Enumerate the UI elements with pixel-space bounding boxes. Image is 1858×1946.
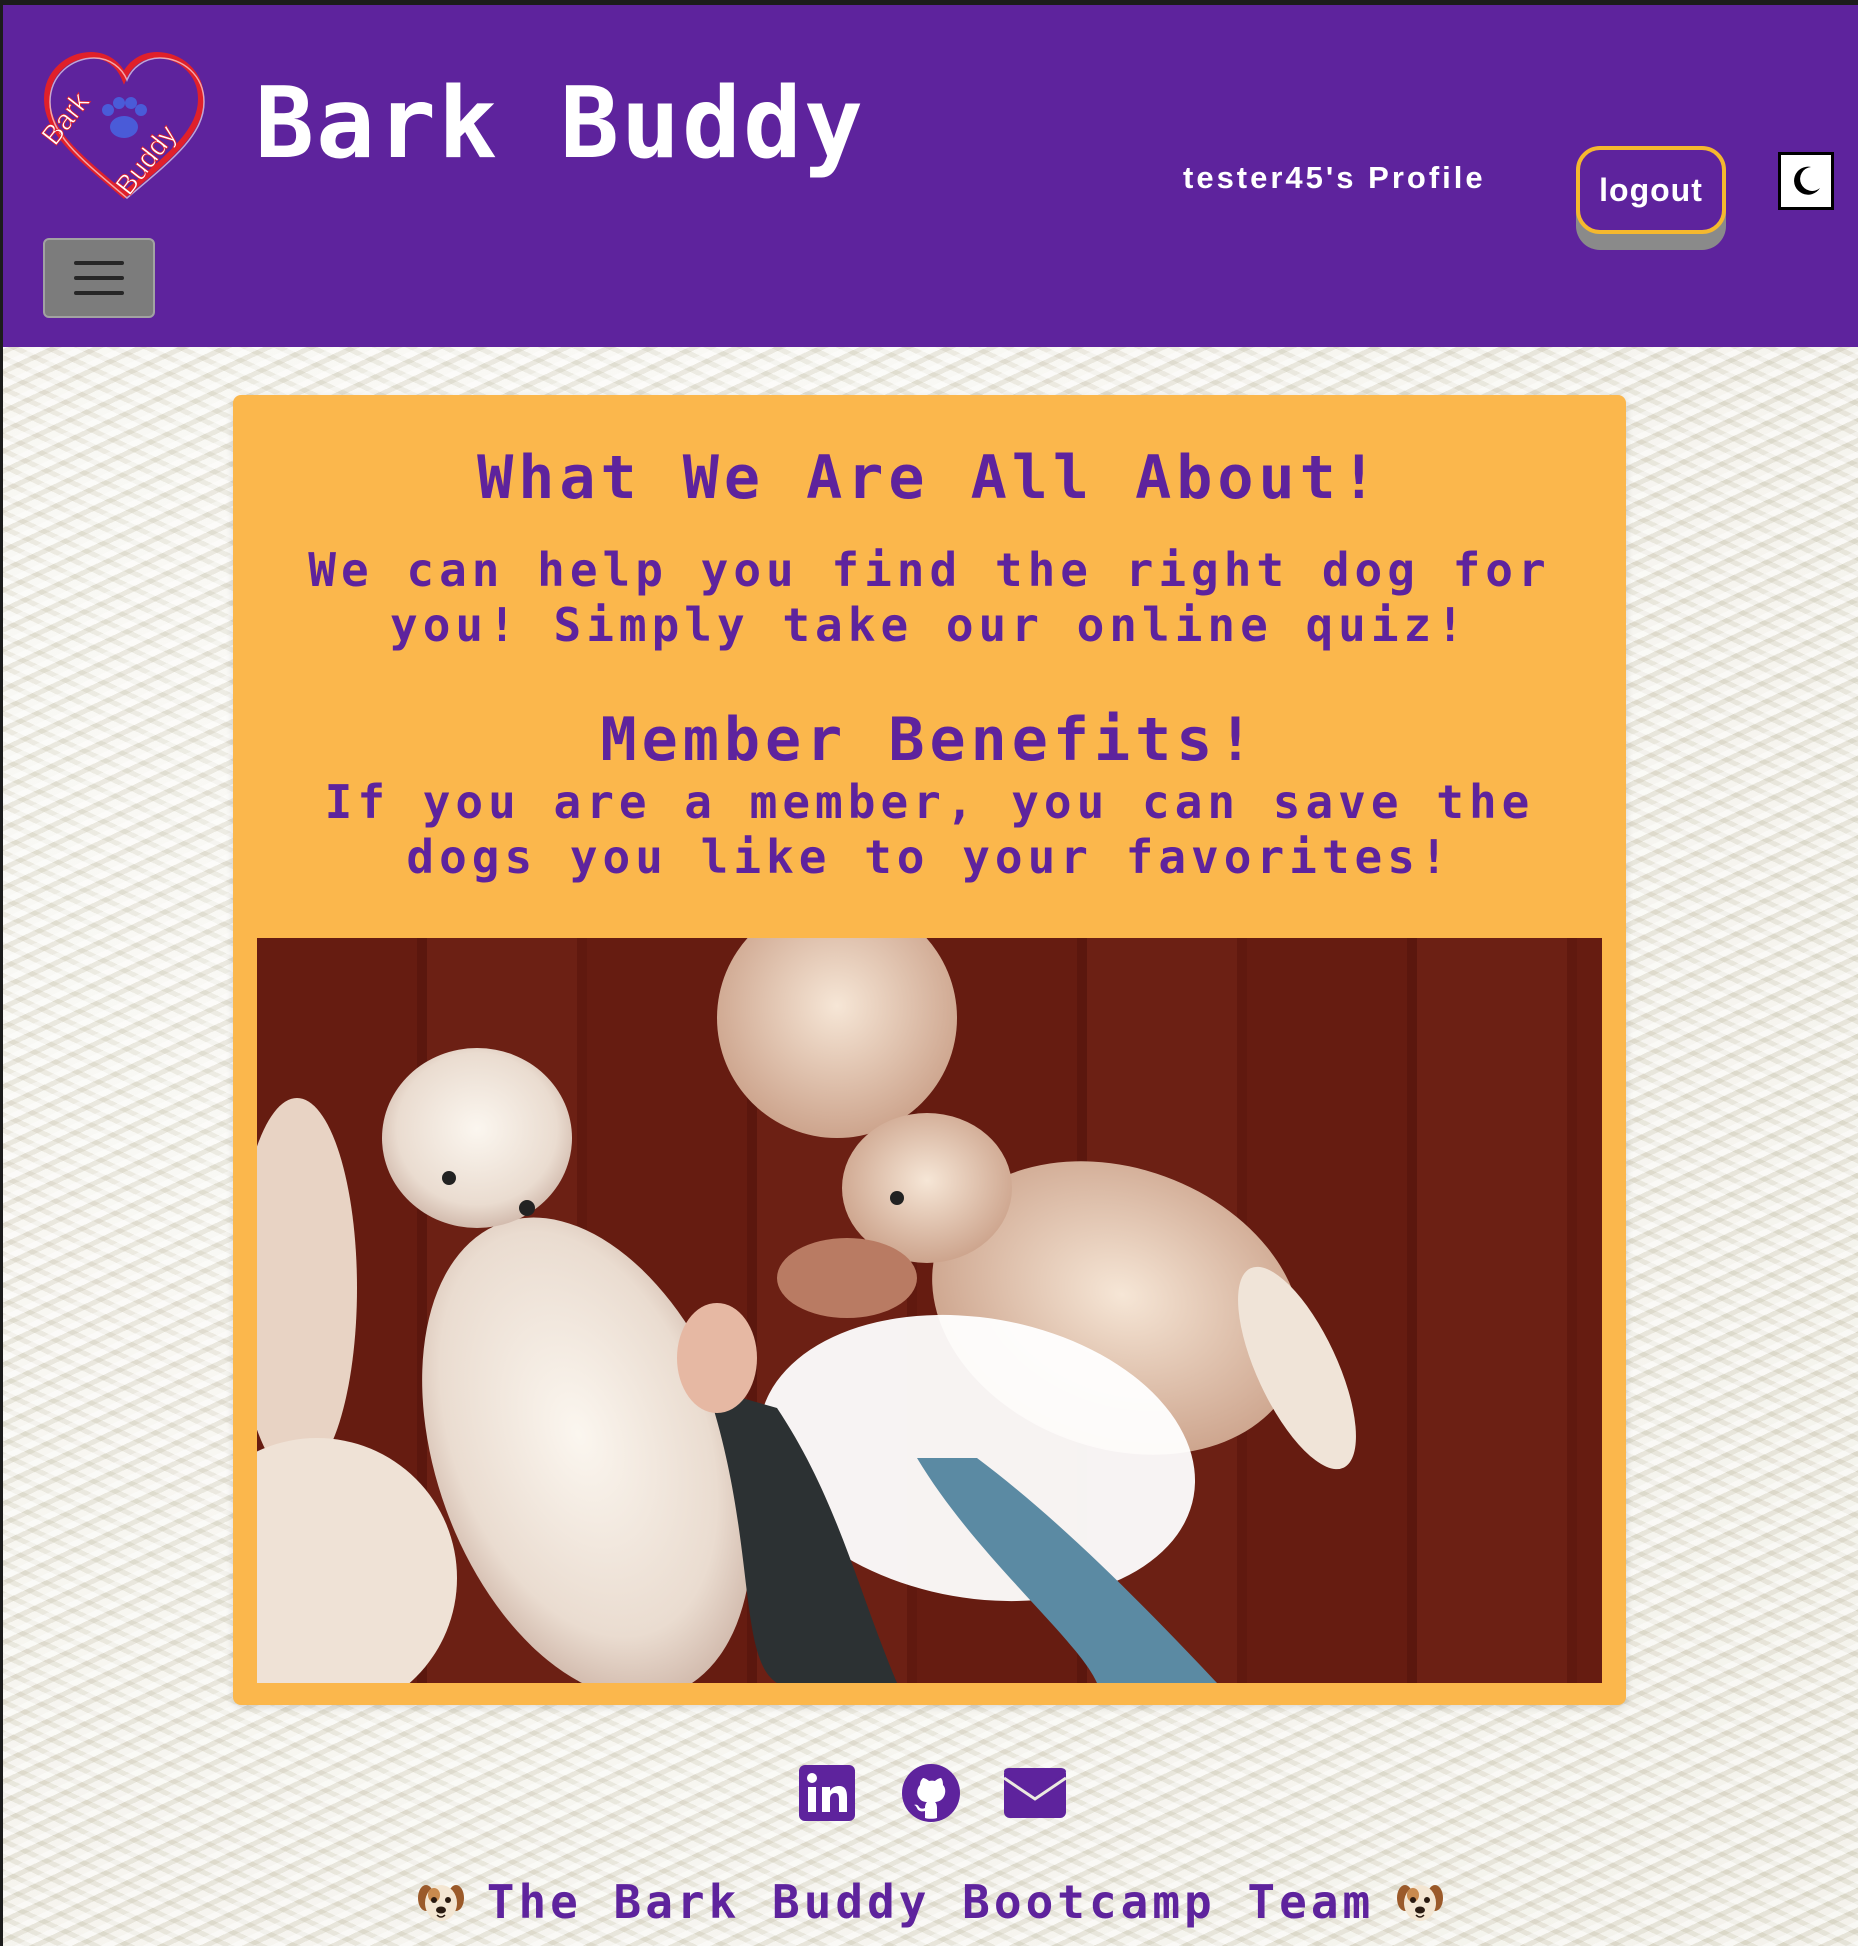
logout-button[interactable]: logout	[1576, 146, 1726, 234]
theme-toggle-button[interactable]	[1778, 152, 1834, 210]
dog-face-icon	[417, 1885, 464, 1921]
moon-icon	[1794, 166, 1820, 195]
footer-team-text: The Bark Buddy Bootcamp Team	[3, 1875, 1858, 1929]
page: Bark Buddy Bark Buddy tester45's Profile…	[3, 5, 1858, 1946]
site-header: Bark Buddy Bark Buddy tester45's Profile…	[3, 5, 1858, 347]
site-title: Bark Buddy	[255, 67, 866, 181]
benefits-text: If you are a member, you can save the do…	[324, 775, 1535, 884]
benefits-heading: Member Benefits!	[600, 705, 1259, 775]
profile-link[interactable]: tester45's Profile	[1183, 160, 1486, 196]
linkedin-link[interactable]	[796, 1762, 858, 1824]
dog-face-icon	[1397, 1885, 1444, 1921]
github-icon	[901, 1764, 960, 1822]
linkedin-icon	[798, 1765, 855, 1821]
hamburger-menu-button[interactable]	[43, 238, 155, 318]
hamburger-menu-icon	[74, 261, 124, 265]
about-text: We can help you find the right dog for y…	[308, 543, 1551, 652]
bark-buddy-logo[interactable]: Bark Buddy	[35, 47, 209, 207]
github-link[interactable]	[900, 1762, 962, 1824]
email-icon	[1003, 1768, 1066, 1818]
email-link[interactable]	[1003, 1762, 1066, 1824]
about-card: What We Are All About! We can help you f…	[233, 395, 1626, 1705]
about-heading: What We Are All About!	[477, 443, 1382, 513]
social-links	[3, 1762, 1858, 1824]
puppies-image	[257, 938, 1602, 1683]
footer-team-label: The Bark Buddy Bootcamp Team	[486, 1875, 1375, 1929]
